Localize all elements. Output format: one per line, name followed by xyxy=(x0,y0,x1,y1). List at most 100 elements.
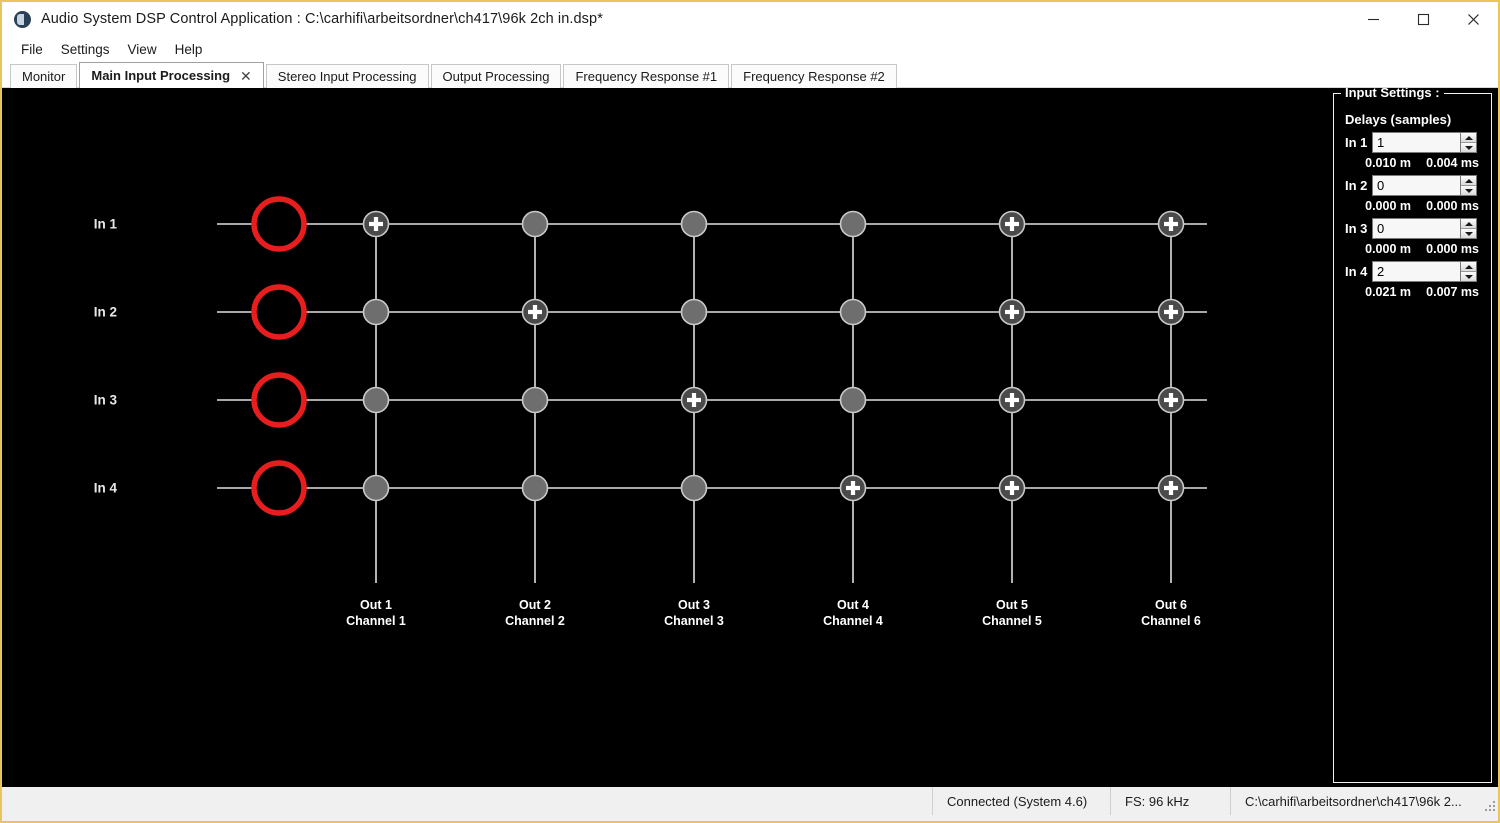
crosspoint-in4-out6[interactable] xyxy=(1157,474,1185,502)
crosspoint-in3-out1[interactable] xyxy=(362,386,390,414)
crosspoint-in1-out6[interactable] xyxy=(1157,210,1185,238)
crosspoint-in2-out5[interactable] xyxy=(998,298,1026,326)
menu-item-settings[interactable]: Settings xyxy=(52,39,119,60)
crosspoint-in2-out6[interactable] xyxy=(1157,298,1185,326)
crosspoint-in2-out1[interactable] xyxy=(362,298,390,326)
crosspoint-in4-out4[interactable] xyxy=(839,474,867,502)
output-label-out3: Out 3 Channel 3 xyxy=(664,597,724,629)
spinner-up-button[interactable] xyxy=(1461,176,1476,185)
tab-main-input-processing[interactable]: Main Input Processing ✕ xyxy=(79,62,264,88)
close-icon[interactable]: ✕ xyxy=(240,69,252,83)
crosspoint-in4-out5[interactable] xyxy=(998,474,1026,502)
delay-row-in3: In 3 xyxy=(1345,218,1491,239)
input-source-node-2[interactable] xyxy=(251,284,307,340)
output-label-out4: Out 4 Channel 4 xyxy=(823,597,883,629)
crosspoint-in1-out4[interactable] xyxy=(839,210,867,238)
tab-frequency-response-2[interactable]: Frequency Response #2 xyxy=(731,64,897,88)
spinner-buttons xyxy=(1460,218,1477,239)
output-name: Out 6 xyxy=(1155,598,1187,612)
input-source-node-1[interactable] xyxy=(251,196,307,252)
delay-readout-in3: 0.000 m 0.000 ms xyxy=(1345,242,1485,256)
maximize-button[interactable] xyxy=(1398,2,1448,36)
crosspoint-in2-out2[interactable] xyxy=(521,298,549,326)
delay-meters: 0.000 m xyxy=(1365,242,1411,256)
tab-monitor[interactable]: Monitor xyxy=(10,64,78,88)
routing-matrix-canvas: In 1 In 2 In 3 In 4 Out 1 Channel 1 Out 2 Chann… xyxy=(2,88,1498,787)
crosspoint-in1-out5[interactable] xyxy=(998,210,1026,238)
delay-millis: 0.007 ms xyxy=(1426,285,1479,299)
input-source-node-3[interactable] xyxy=(251,372,307,428)
chevron-up-icon xyxy=(1464,135,1473,140)
output-channel: Channel 4 xyxy=(823,614,883,628)
delay-readout-in1: 0.010 m 0.004 ms xyxy=(1345,156,1485,170)
status-connection: Connected (System 4.6) xyxy=(932,787,1110,815)
delay-readout-in4: 0.021 m 0.007 ms xyxy=(1345,285,1485,299)
output-name: Out 4 xyxy=(837,598,869,612)
status-bar: Connected (System 4.6) FS: 96 kHz C:\car… xyxy=(2,787,1498,815)
panel-title: Input Settings : xyxy=(1341,88,1444,100)
spinner-buttons xyxy=(1460,261,1477,282)
tab-label: Frequency Response #1 xyxy=(575,69,718,84)
output-label-out6: Out 6 Channel 6 xyxy=(1141,597,1201,629)
application-window: Audio System DSP Control Application : C… xyxy=(0,0,1500,823)
crosspoint-in4-out2[interactable] xyxy=(521,474,549,502)
delay-spinner-in4[interactable] xyxy=(1372,261,1477,282)
output-label-out5: Out 5 Channel 5 xyxy=(982,597,1042,629)
crosspoint-in3-out4[interactable] xyxy=(839,386,867,414)
status-file-path: C:\carhifi\arbeitsordner\ch417\96k 2... xyxy=(1230,787,1482,815)
tab-strip: Monitor Main Input Processing ✕ Stereo I… xyxy=(2,62,1498,88)
window-title: Audio System DSP Control Application : C… xyxy=(41,11,603,27)
crosspoint-in2-out3[interactable] xyxy=(680,298,708,326)
delay-meters: 0.010 m xyxy=(1365,156,1411,170)
crosspoint-in1-out1[interactable] xyxy=(362,210,390,238)
crosspoint-in1-out3[interactable] xyxy=(680,210,708,238)
delay-input-in2[interactable] xyxy=(1372,175,1460,196)
delay-millis: 0.004 ms xyxy=(1426,156,1479,170)
menu-bar: File Settings View Help xyxy=(2,36,1498,62)
chevron-up-icon xyxy=(1464,264,1473,269)
crosspoint-in2-out4[interactable] xyxy=(839,298,867,326)
menu-item-file[interactable]: File xyxy=(12,39,52,60)
output-name: Out 2 xyxy=(519,598,551,612)
spinner-down-button[interactable] xyxy=(1461,142,1476,152)
output-channel: Channel 5 xyxy=(982,614,1042,628)
crosspoint-in4-out3[interactable] xyxy=(680,474,708,502)
input-source-node-4[interactable] xyxy=(251,460,307,516)
tab-frequency-response-1[interactable]: Frequency Response #1 xyxy=(563,64,730,88)
output-label-out2: Out 2 Channel 2 xyxy=(505,597,565,629)
spinner-up-button[interactable] xyxy=(1461,262,1476,271)
delay-spinner-in2[interactable] xyxy=(1372,175,1477,196)
chevron-up-icon xyxy=(1464,221,1473,226)
input-label-in1: In 1 xyxy=(93,216,117,232)
spinner-down-button[interactable] xyxy=(1461,185,1476,195)
delay-spinner-in3[interactable] xyxy=(1372,218,1477,239)
spinner-up-button[interactable] xyxy=(1461,219,1476,228)
output-channel: Channel 6 xyxy=(1141,614,1201,628)
delay-spinner-in1[interactable] xyxy=(1372,132,1477,153)
close-button[interactable] xyxy=(1448,2,1498,36)
delay-input-in4[interactable] xyxy=(1372,261,1460,282)
crosspoint-in3-out6[interactable] xyxy=(1157,386,1185,414)
spinner-buttons xyxy=(1460,175,1477,196)
crosspoint-in4-out1[interactable] xyxy=(362,474,390,502)
delay-millis: 0.000 ms xyxy=(1426,242,1479,256)
crosspoint-in3-out5[interactable] xyxy=(998,386,1026,414)
spinner-down-button[interactable] xyxy=(1461,228,1476,238)
spinner-up-button[interactable] xyxy=(1461,133,1476,142)
output-name: Out 5 xyxy=(996,598,1028,612)
crosspoint-in1-out2[interactable] xyxy=(521,210,549,238)
crosspoint-in3-out2[interactable] xyxy=(521,386,549,414)
tab-label: Stereo Input Processing xyxy=(277,69,417,84)
crosspoint-in3-out3[interactable] xyxy=(680,386,708,414)
delay-input-in1[interactable] xyxy=(1372,132,1460,153)
spinner-down-button[interactable] xyxy=(1461,271,1476,281)
delay-input-in3[interactable] xyxy=(1372,218,1460,239)
tab-label: Output Processing xyxy=(442,69,550,84)
menu-item-help[interactable]: Help xyxy=(166,39,212,60)
chevron-down-icon xyxy=(1464,231,1473,236)
tab-stereo-input-processing[interactable]: Stereo Input Processing xyxy=(265,64,429,88)
minimize-button[interactable] xyxy=(1348,2,1398,36)
menu-item-view[interactable]: View xyxy=(119,39,166,60)
resize-grip-icon[interactable] xyxy=(1482,787,1498,815)
tab-output-processing[interactable]: Output Processing xyxy=(430,64,562,88)
